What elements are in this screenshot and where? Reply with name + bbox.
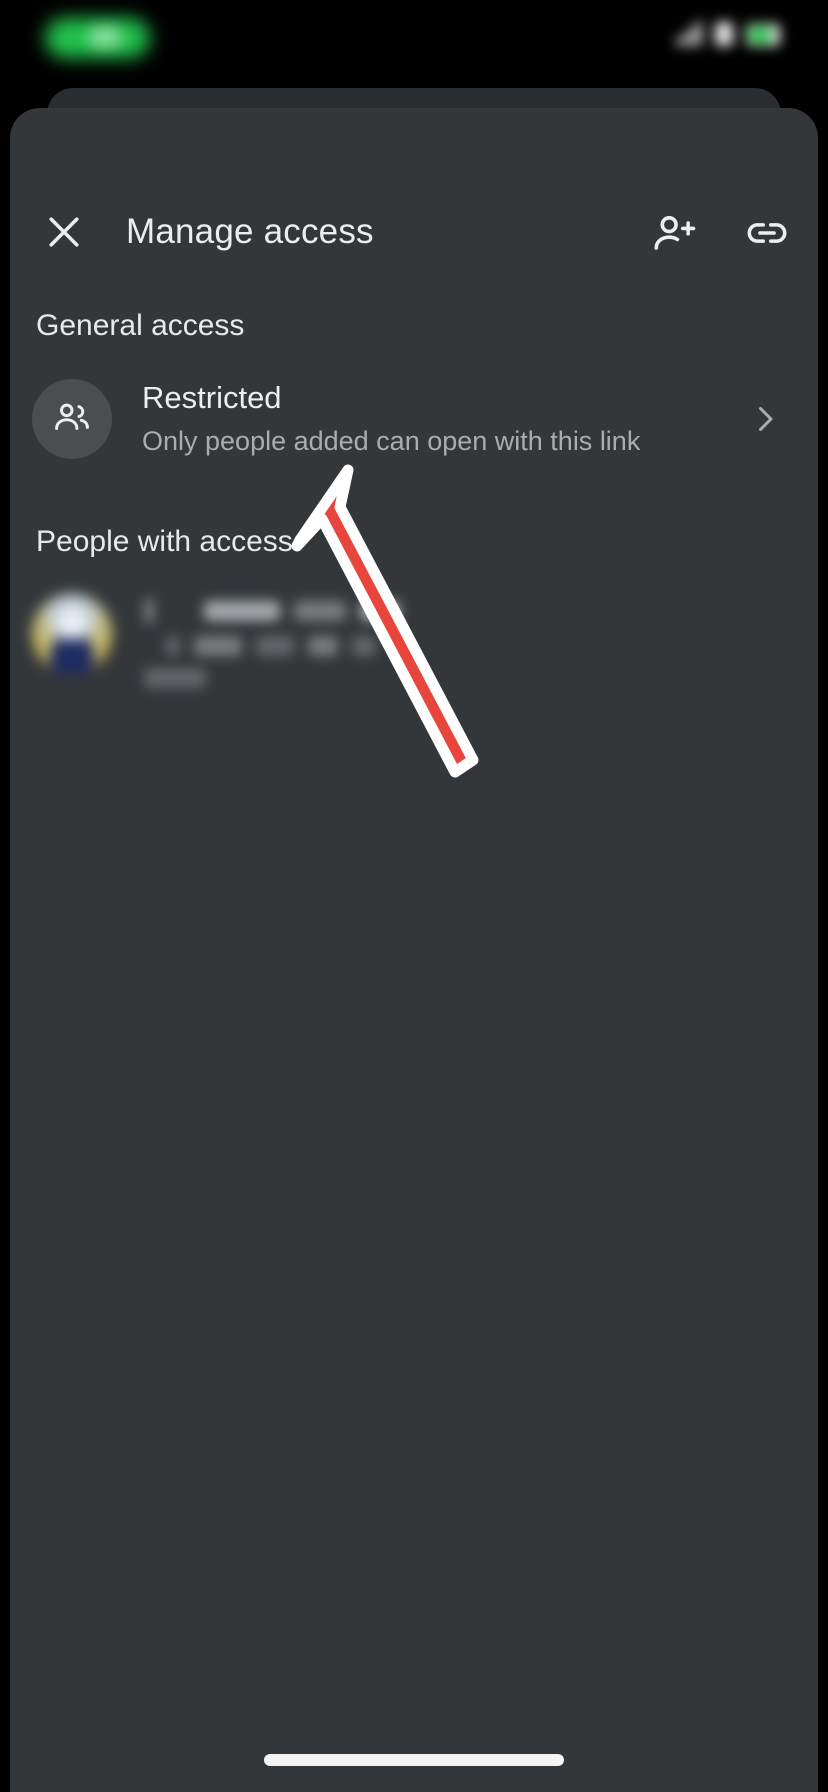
- close-icon: [42, 210, 86, 254]
- general-access-heading: General access: [36, 309, 245, 342]
- status-bar: [0, 0, 828, 88]
- person-name-redacted: [144, 598, 794, 624]
- general-access-row[interactable]: Restricted Only people added can open wi…: [10, 372, 818, 466]
- people-group-icon: [51, 396, 93, 443]
- person-role-redacted: [144, 668, 794, 688]
- home-indicator: [264, 1754, 564, 1766]
- people-with-access-section: People with access: [10, 522, 818, 706]
- close-button[interactable]: [36, 204, 92, 260]
- person-email-redacted: [144, 636, 794, 656]
- chevron-right-icon[interactable]: [742, 396, 788, 442]
- header-actions: [646, 204, 796, 262]
- list-item[interactable]: [10, 588, 818, 706]
- access-icon-circle: [32, 379, 112, 459]
- person-details: [144, 594, 794, 700]
- general-access-section: General access Restricted Only people ad…: [10, 306, 818, 466]
- access-row-text: Restricted Only people added can open wi…: [142, 378, 742, 460]
- people-with-access-heading: People with access: [36, 525, 293, 558]
- person-add-icon: [650, 208, 700, 258]
- sheet-header: Manage access: [10, 108, 818, 256]
- link-icon: [742, 208, 792, 258]
- battery-icon: [746, 24, 780, 46]
- add-person-button[interactable]: [646, 204, 704, 262]
- copy-link-button[interactable]: [738, 204, 796, 262]
- access-level-description: Only people added can open with this lin…: [142, 426, 641, 456]
- page-title: Manage access: [126, 212, 374, 251]
- signal-bars-icon: [676, 20, 702, 46]
- manage-access-sheet: Manage access General access Restricted …: [10, 108, 818, 1792]
- wifi-icon: [715, 22, 733, 46]
- status-bar-icons: [676, 20, 780, 46]
- phone-screen: Manage access General access Restricted …: [0, 0, 828, 1792]
- access-level-title: Restricted: [142, 380, 282, 415]
- recording-pill-gloss: [88, 26, 122, 48]
- avatar: [32, 594, 112, 674]
